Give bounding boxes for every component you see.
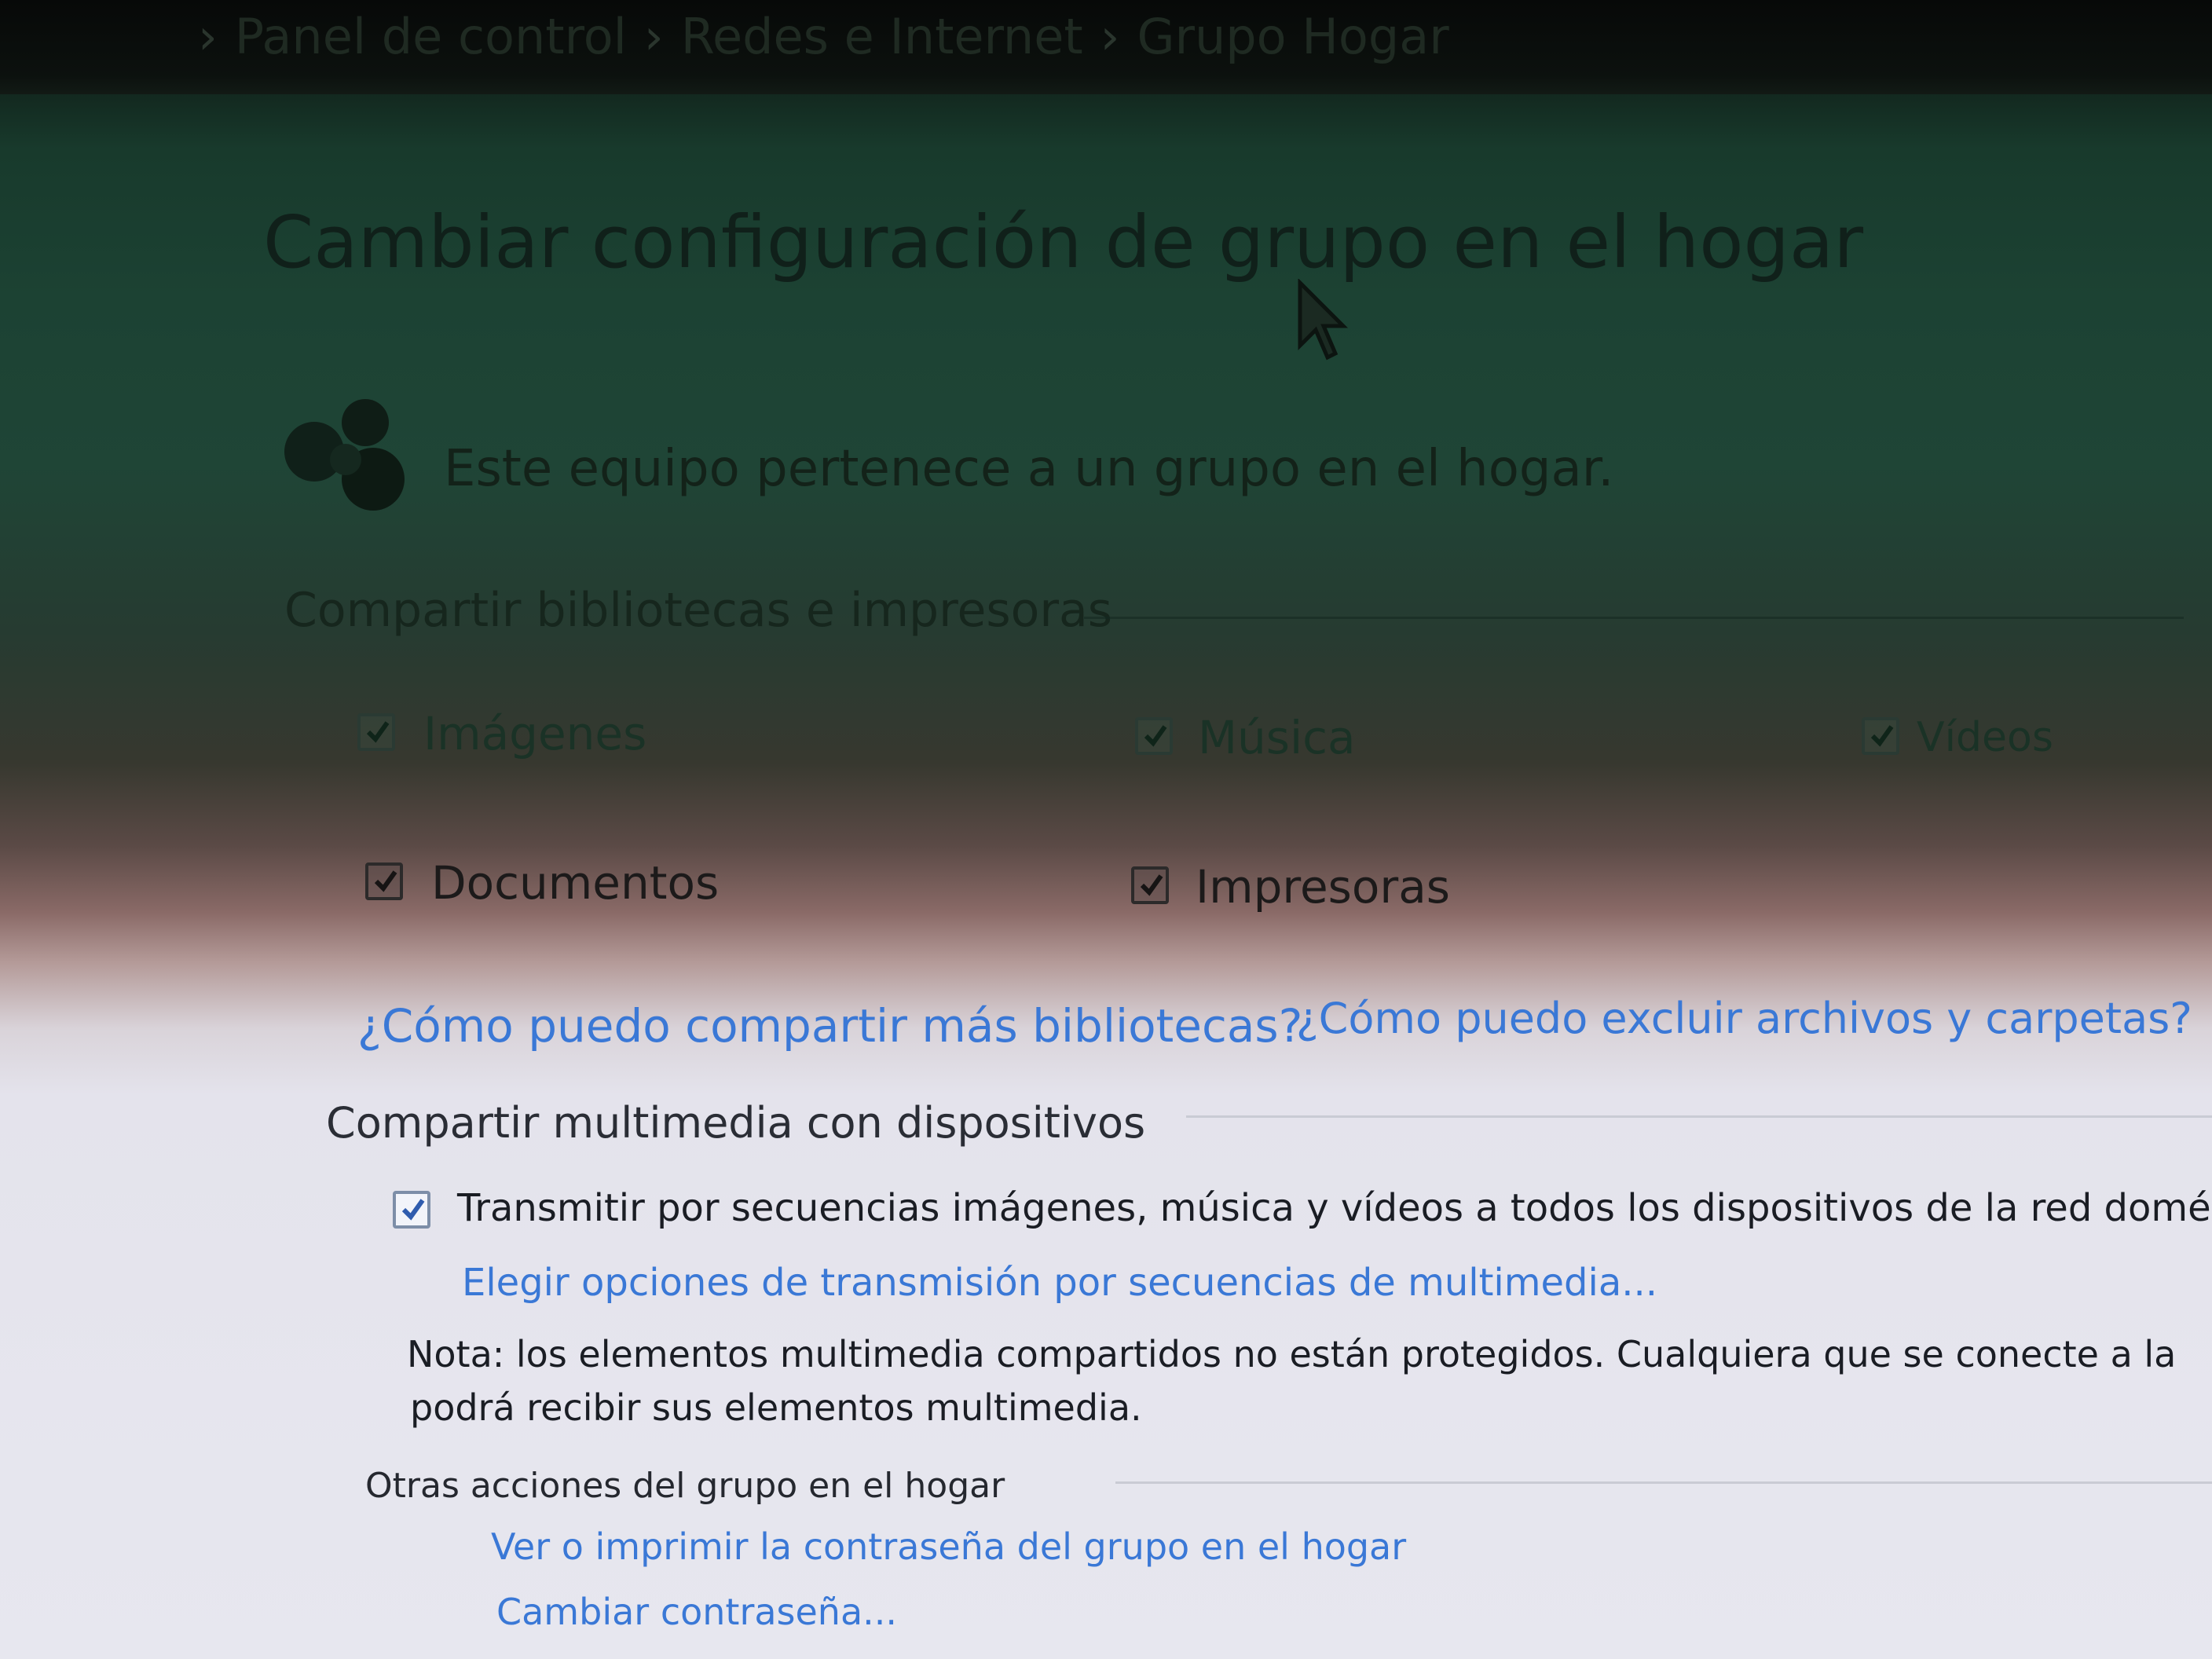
breadcrumb-separator: › — [643, 8, 664, 65]
mouse-pointer-icon — [1296, 277, 1351, 368]
address-bar: › Panel de control › Redes e Internet › Grupo… — [0, 0, 2212, 94]
status-text: Este equipo pertenece a un grupo en el h… — [444, 440, 1614, 498]
link-exclude-files[interactable]: ¿Cómo puedo excluir archivos y carpetas? — [1296, 994, 2192, 1043]
group-divider — [1115, 1481, 2212, 1484]
checkmark-icon — [365, 862, 403, 900]
page-title: Cambiar configuración de grupo en el hog… — [263, 200, 1864, 284]
checkbox-label: Imágenes — [423, 707, 647, 760]
checkmark-icon — [393, 1191, 430, 1229]
group-divider — [1084, 617, 2184, 619]
breadcrumb-item-homegroup[interactable]: Grupo Hogar — [1137, 8, 1448, 65]
checkmark-icon — [1131, 866, 1169, 904]
breadcrumb: › Panel de control › Redes e Internet › Grupo… — [181, 8, 1449, 65]
other-actions-heading: Otras acciones del grupo en el hogar — [365, 1466, 1005, 1506]
checkmark-icon — [1862, 717, 1899, 755]
checkmark-icon — [357, 713, 395, 751]
checkbox-label: Documentos — [431, 856, 720, 910]
breadcrumb-separator: › — [1100, 8, 1120, 65]
share-libraries-heading: Compartir bibliotecas e impresoras — [284, 583, 1113, 638]
media-note-line2: podrá recibir sus elementos multimedia. — [410, 1386, 1142, 1429]
checkbox-label: Transmitir por secuencias imágenes, músi… — [457, 1186, 2211, 1230]
group-divider — [1186, 1115, 2212, 1118]
checkbox-label: Impresoras — [1196, 860, 1450, 914]
link-change-password[interactable]: Cambiar contraseña... — [496, 1591, 897, 1633]
homegroup-icon — [271, 393, 420, 522]
checkbox-label: Música — [1198, 711, 1356, 764]
checkmark-icon — [1135, 717, 1173, 755]
breadcrumb-separator: › — [198, 8, 218, 65]
checkbox-label: Vídeos — [1917, 714, 2053, 761]
media-sharing-heading: Compartir multimedia con dispositivos — [326, 1098, 1146, 1148]
link-stream-options[interactable]: Elegir opciones de transmisión por secue… — [462, 1261, 1657, 1305]
breadcrumb-item-network[interactable]: Redes e Internet — [681, 8, 1083, 65]
breadcrumb-item-control-panel[interactable]: Panel de control — [235, 8, 627, 65]
link-share-more-libraries[interactable]: ¿Cómo puedo compartir más bibliotecas? — [357, 999, 1302, 1053]
link-view-print-password[interactable]: Ver o imprimir la contraseña del grupo e… — [491, 1525, 1406, 1568]
media-note-line1: Nota: los elementos multimedia compartid… — [407, 1333, 2177, 1375]
